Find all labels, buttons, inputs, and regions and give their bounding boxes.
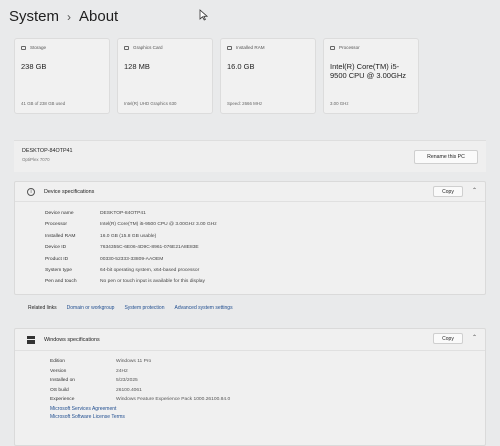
spec-value: 00330-52333-33809-AAOEM bbox=[100, 256, 164, 262]
spec-value: Windows Feature Experience Pack 1000.261… bbox=[116, 397, 231, 403]
tile-title: Storage bbox=[30, 45, 47, 50]
spec-row: Product ID 00330-52333-33809-AAOEM bbox=[45, 254, 485, 265]
copy-windows-specs-button[interactable]: Copy bbox=[433, 333, 463, 344]
windows-specs-table: Edition Windows 11 Pro Version 24H2 Installe… bbox=[15, 351, 485, 405]
graphics-card-tile[interactable]: Graphics Card 128 MB Intel(R) UHD Graphi… bbox=[117, 38, 213, 114]
graphics-card-icon bbox=[124, 45, 129, 50]
tile-title: Processor bbox=[339, 45, 360, 50]
spec-value: 24H2 bbox=[116, 368, 128, 374]
spec-row: Processor Intel(R) Core(TM) i5-9500 CPU @… bbox=[45, 219, 485, 230]
tile-value: 238 GB bbox=[21, 62, 47, 71]
hardware-tiles: Storage 238 GB 41 GB of 238 GB used Grap… bbox=[14, 38, 419, 114]
related-links-label: Related links bbox=[28, 305, 57, 311]
spec-label: Processor bbox=[45, 222, 68, 228]
ms-services-agreement-link[interactable]: Microsoft Services Agreement bbox=[15, 405, 485, 413]
spec-label: Device name bbox=[45, 211, 74, 216]
tile-subtext: Intel(R) UHD Graphics 630 bbox=[124, 101, 177, 106]
rename-pc-button[interactable]: Rename this PC bbox=[414, 150, 478, 164]
spec-value: Intel(R) Core(TM) i5-9500 CPU @ 3.00GHz … bbox=[100, 222, 217, 228]
spec-value: Windows 11 Pro bbox=[116, 359, 152, 364]
about-page: System › About Storage 238 GB 41 GB of 2… bbox=[0, 0, 500, 446]
device-name: DESKTOP-84OTP41 bbox=[22, 148, 73, 154]
ram-tile[interactable]: Installed RAM 16.0 GB Speed: 2666 MHz bbox=[220, 38, 316, 114]
device-specs-table: Device name DESKTOP-84OTP41 Processor Intel… bbox=[15, 202, 485, 288]
breadcrumb-separator: › bbox=[67, 9, 72, 24]
spec-row: Device ID 7634355C-6E06-4D9C-8961-076E21A… bbox=[45, 242, 485, 253]
ram-icon bbox=[227, 45, 232, 50]
spec-label: Version bbox=[50, 368, 67, 374]
domain-workgroup-link[interactable]: Domain or workgroup bbox=[67, 305, 115, 311]
advanced-system-settings-link[interactable]: Advanced system settings bbox=[174, 305, 232, 311]
section-title: Windows specifications bbox=[44, 336, 100, 343]
mouse-cursor-icon bbox=[199, 9, 208, 21]
spec-value: DESKTOP-84OTP41 bbox=[100, 211, 146, 216]
spec-value: 64-bit operating system, x64-based proce… bbox=[100, 268, 200, 274]
tile-value: Intel(R) Core(TM) i5-9500 CPU @ 3.00GHz bbox=[330, 62, 406, 80]
tile-title: Installed RAM bbox=[236, 45, 265, 50]
spec-row: Device name DESKTOP-84OTP41 bbox=[45, 208, 485, 219]
page-title: About bbox=[79, 8, 119, 25]
spec-label: Product ID bbox=[45, 256, 69, 262]
spec-label: Installed RAM bbox=[45, 233, 76, 239]
spec-row: OS build 26100.4061 bbox=[50, 386, 485, 396]
ms-license-terms-link[interactable]: Microsoft Software License Terms bbox=[15, 413, 485, 421]
info-icon: i bbox=[27, 187, 35, 196]
spec-value: 16.0 GB (15.8 GB usable) bbox=[100, 233, 157, 239]
tile-value: 16.0 GB bbox=[227, 62, 255, 71]
chevron-up-icon[interactable]: ⌃ bbox=[472, 334, 477, 341]
tile-value: 128 MB bbox=[124, 62, 150, 71]
spec-value: 26100.4061 bbox=[116, 387, 142, 393]
breadcrumb-system[interactable]: System bbox=[9, 8, 59, 25]
chevron-up-icon[interactable]: ⌃ bbox=[472, 187, 477, 194]
spec-row: Experience Windows Feature Experience Pac… bbox=[50, 395, 485, 405]
storage-icon bbox=[21, 45, 26, 50]
tile-subtext: 41 GB of 238 GB used bbox=[21, 101, 66, 106]
breadcrumb: System › About bbox=[9, 8, 118, 25]
tile-subtext: Speed: 2666 MHz bbox=[227, 101, 263, 106]
spec-row: Version 24H2 bbox=[50, 367, 485, 377]
spec-label: Installed on bbox=[50, 378, 76, 384]
spec-label: Experience bbox=[50, 397, 75, 403]
processor-icon bbox=[330, 45, 335, 50]
tile-title: Graphics Card bbox=[133, 45, 163, 50]
device-name-row: DESKTOP-84OTP41 OptiPlex 7070 Rename thi… bbox=[14, 140, 486, 172]
storage-tile[interactable]: Storage 238 GB 41 GB of 238 GB used bbox=[14, 38, 110, 114]
windows-specifications-panel: Windows specifications Copy ⌃ Edition Win… bbox=[14, 328, 486, 446]
spec-label: System type bbox=[45, 268, 72, 274]
section-title: Device specifications bbox=[44, 188, 95, 195]
related-links: Related links Domain or workgroup System… bbox=[28, 305, 233, 311]
windows-logo-icon bbox=[27, 335, 35, 344]
processor-tile[interactable]: Processor Intel(R) Core(TM) i5-9500 CPU … bbox=[323, 38, 419, 114]
windows-specifications-header[interactable]: Windows specifications Copy ⌃ bbox=[15, 329, 485, 351]
spec-row: System type 64-bit operating system, x64-… bbox=[45, 265, 485, 276]
spec-label: Pen and touch bbox=[45, 279, 77, 285]
device-specifications-header[interactable]: i Device specifications Copy ⌃ bbox=[15, 182, 485, 202]
spec-row: Edition Windows 11 Pro bbox=[50, 357, 485, 367]
spec-row: Installed on 5/23/2025 bbox=[50, 376, 485, 386]
spec-value: 7634355C-6E06-4D9C-8961-076E21A8E83E bbox=[100, 245, 199, 251]
device-specifications-panel: i Device specifications Copy ⌃ Device na… bbox=[14, 181, 486, 295]
system-protection-link[interactable]: System protection bbox=[124, 305, 164, 311]
spec-row: Installed RAM 16.0 GB (15.8 GB usable) bbox=[45, 231, 485, 242]
device-model: OptiPlex 7070 bbox=[22, 157, 50, 162]
tile-subtext: 3.00 GHz bbox=[330, 101, 349, 106]
spec-value: No pen or touch input is available for t… bbox=[100, 279, 205, 285]
copy-device-specs-button[interactable]: Copy bbox=[433, 186, 463, 197]
spec-label: OS build bbox=[50, 387, 69, 393]
spec-row: Pen and touch No pen or touch input is av… bbox=[45, 276, 485, 287]
spec-label: Edition bbox=[50, 359, 65, 364]
spec-label: Device ID bbox=[45, 245, 67, 251]
spec-value: 5/23/2025 bbox=[116, 378, 138, 384]
